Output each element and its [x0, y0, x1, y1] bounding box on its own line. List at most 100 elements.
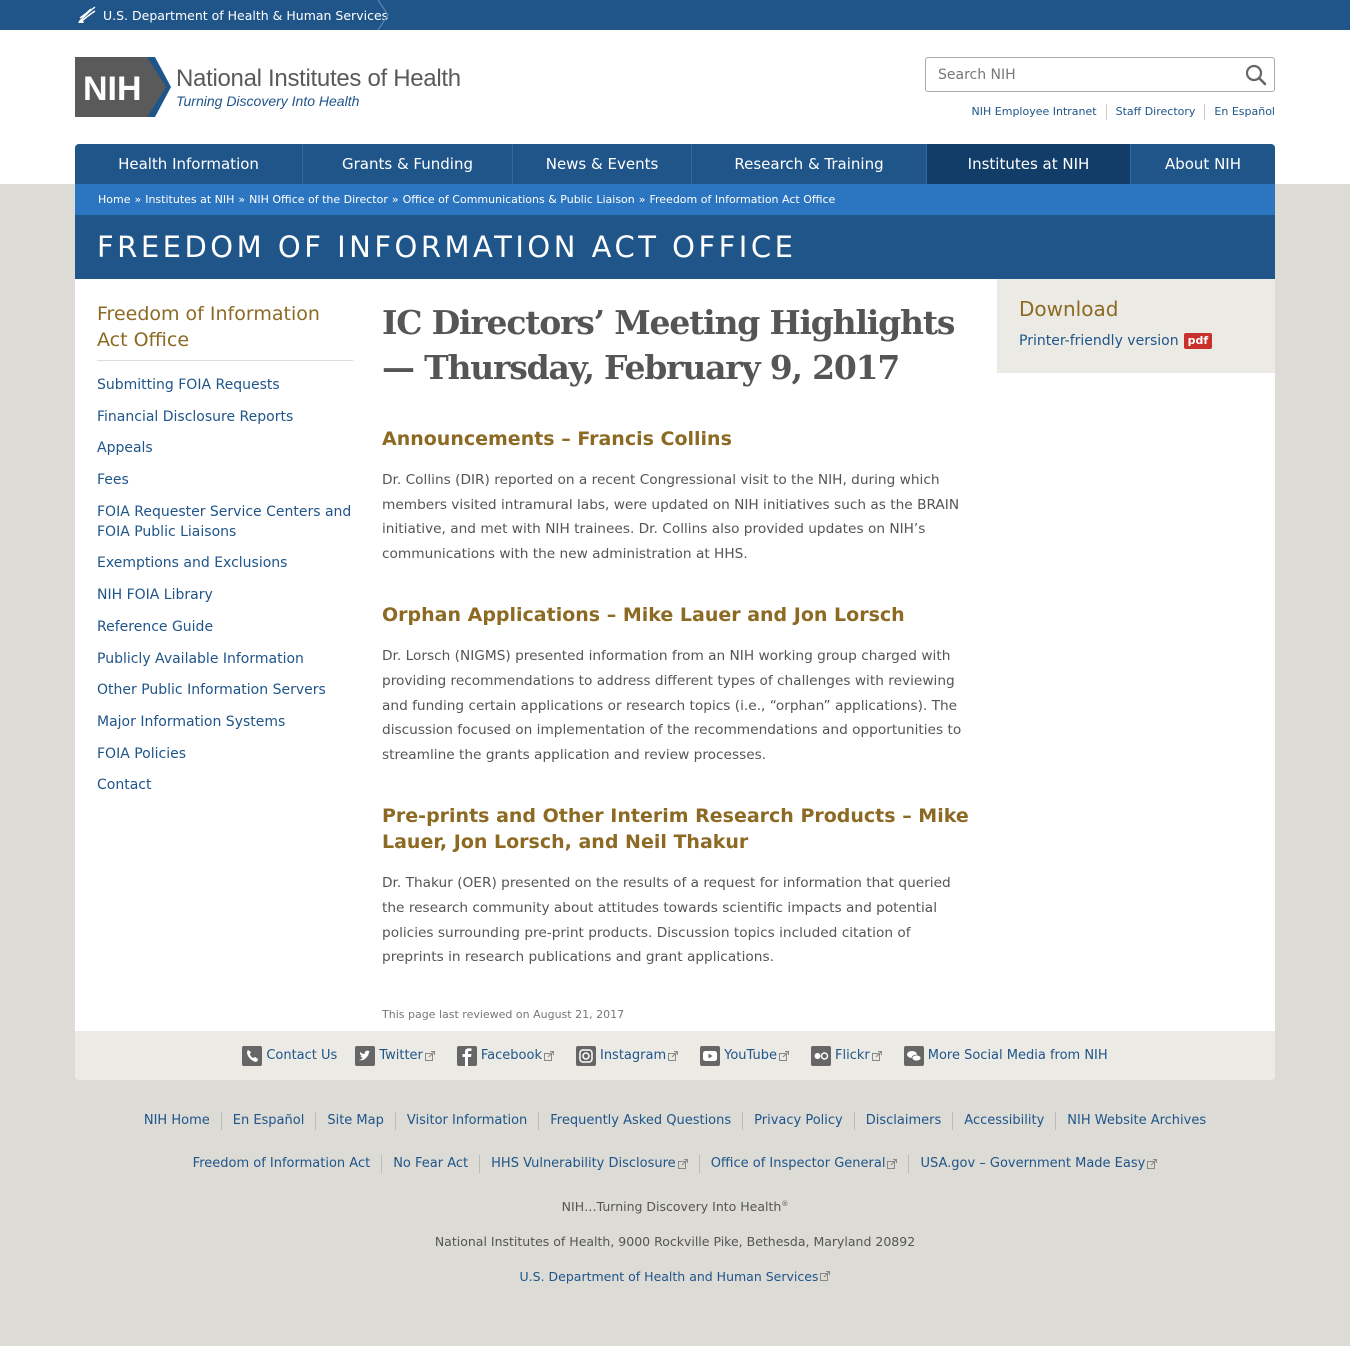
footer-hhs: U.S. Department of Health and Human Serv…: [0, 1269, 1350, 1284]
breadcrumb-institutes[interactable]: Institutes at NIH: [145, 193, 234, 206]
chat-bubbles-icon: [903, 1045, 924, 1066]
search-box: [925, 57, 1275, 92]
sidebar-item[interactable]: Submitting FOIA Requests: [97, 375, 353, 395]
page-banner-title: FREEDOM OF INFORMATION ACT OFFICE: [97, 230, 797, 264]
sidebar-title[interactable]: Freedom of Information Act Office: [97, 301, 353, 361]
social-facebook[interactable]: Facebook: [456, 1045, 558, 1066]
twitter-icon: [355, 1045, 376, 1066]
external-link-icon: [1147, 1159, 1158, 1169]
external-link-icon: [820, 1271, 831, 1281]
footer-link[interactable]: Frequently Asked Questions: [538, 1112, 742, 1130]
sidebar-item[interactable]: Exemptions and Exclusions: [97, 553, 353, 573]
hhs-top-bar: U.S. Department of Health & Human Servic…: [0, 0, 1350, 30]
hhs-link[interactable]: U.S. Department of Health & Human Servic…: [75, 0, 388, 30]
external-link-icon: [424, 1050, 435, 1061]
page-banner: FREEDOM OF INFORMATION ACT OFFICE: [75, 215, 1275, 279]
download-title: Download: [1019, 297, 1119, 321]
footer-link[interactable]: Visitor Information: [394, 1112, 538, 1130]
nav-institutes-at-nih[interactable]: Institutes at NIH: [927, 144, 1131, 184]
social-contact-us[interactable]: Contact Us: [242, 1045, 337, 1066]
page-title: IC Directors’ Meeting Highlights — Thurs…: [382, 303, 955, 387]
section-body: Dr. Collins (DIR) reported on a recent C…: [382, 472, 960, 562]
download-box: Download Printer-friendly version pdf: [997, 279, 1275, 373]
utility-links: NIH Employee Intranet Staff Directory En…: [963, 104, 1275, 120]
svg-text:NIH: NIH: [83, 70, 142, 108]
section-heading: Pre-prints and Other Interim Research Pr…: [382, 805, 969, 854]
footer-link[interactable]: Accessibility: [952, 1112, 1055, 1130]
pdf-badge: pdf: [1183, 333, 1213, 349]
footer-hhs-link[interactable]: U.S. Department of Health and Human Serv…: [520, 1269, 831, 1284]
search-input[interactable]: [926, 58, 1236, 91]
sidebar-item[interactable]: Publicly Available Information: [97, 649, 353, 669]
sidebar-item[interactable]: FOIA Policies: [97, 744, 353, 764]
footer-links-row1: NIH Home En Español Site Map Visitor Inf…: [0, 1112, 1350, 1130]
sidebar-item[interactable]: Major Information Systems: [97, 712, 353, 732]
section-heading: Announcements – Francis Collins: [382, 428, 732, 450]
social-twitter[interactable]: Twitter: [355, 1045, 439, 1066]
nav-about-nih[interactable]: About NIH: [1131, 144, 1275, 184]
util-link-en-espanol[interactable]: En Español: [1204, 104, 1275, 120]
social-instagram[interactable]: Instagram: [575, 1045, 682, 1066]
util-link-staff-directory[interactable]: Staff Directory: [1105, 104, 1205, 120]
chevron-right-icon: [377, 0, 389, 30]
external-link-icon: [779, 1050, 789, 1061]
search-icon[interactable]: [1245, 64, 1267, 86]
footer-link-usa-gov[interactable]: USA.gov – Government Made Easy: [908, 1155, 1168, 1173]
social-youtube[interactable]: YouTube: [700, 1045, 793, 1066]
footer-links-row2: Freedom of Information Act No Fear Act H…: [0, 1155, 1350, 1173]
section-body: Dr. Thakur (OER) presented on the result…: [382, 875, 951, 966]
sidebar-item[interactable]: FOIA Requester Service Centers and FOIA …: [97, 502, 353, 542]
footer-tagline: NIH…Turning Discovery Into Health®: [561, 1199, 789, 1214]
flickr-icon: [811, 1045, 831, 1066]
footer-link[interactable]: Privacy Policy: [742, 1112, 854, 1130]
printer-friendly-link[interactable]: Printer-friendly version pdf: [1019, 333, 1253, 349]
section-body: Dr. Lorsch (NIGMS) presented information…: [382, 648, 962, 763]
nav-health-information[interactable]: Health Information: [75, 144, 303, 184]
external-link-icon: [668, 1050, 679, 1061]
content-panel: Freedom of Information Act Office Submit…: [75, 279, 1275, 1031]
sidebar-item[interactable]: Fees: [97, 470, 353, 490]
footer-link-no-fear-act[interactable]: No Fear Act: [381, 1155, 479, 1173]
sidebar: Freedom of Information Act Office Submit…: [97, 301, 353, 807]
facebook-icon: [456, 1045, 477, 1066]
social-flickr[interactable]: Flickr: [811, 1045, 886, 1066]
footer-link[interactable]: NIH Website Archives: [1055, 1112, 1217, 1130]
breadcrumb: Home» Institutes at NIH» NIH Office of t…: [75, 184, 1275, 215]
breadcrumb-communications[interactable]: Office of Communications & Public Liaiso…: [403, 193, 635, 206]
sidebar-item[interactable]: NIH FOIA Library: [97, 585, 353, 605]
instagram-icon: [575, 1045, 596, 1066]
nih-logo[interactable]: NIH National Institutes of Health Turnin…: [75, 57, 461, 117]
external-link-icon: [677, 1159, 688, 1169]
nih-logo-mark: NIH: [75, 57, 171, 117]
util-link-employee-intranet[interactable]: NIH Employee Intranet: [963, 104, 1106, 120]
breadcrumb-home[interactable]: Home: [98, 193, 130, 206]
logo-tagline: Turning Discovery Into Health: [176, 93, 360, 109]
sidebar-item[interactable]: Other Public Information Servers: [97, 680, 353, 700]
footer-address: National Institutes of Health, 9000 Rock…: [434, 1234, 916, 1249]
nav-grants-funding[interactable]: Grants & Funding: [303, 144, 513, 184]
main-nav: Health Information Grants & Funding News…: [75, 144, 1275, 184]
sidebar-item[interactable]: Contact: [97, 775, 353, 795]
breadcrumb-office-director[interactable]: NIH Office of the Director: [249, 193, 388, 206]
footer-link[interactable]: NIH Home: [133, 1112, 221, 1130]
footer-link-inspector-general[interactable]: Office of Inspector General: [698, 1155, 909, 1173]
registered-mark: ®: [781, 1199, 789, 1208]
sidebar-item[interactable]: Financial Disclosure Reports: [97, 407, 353, 427]
phone-icon: [242, 1045, 263, 1066]
footer-link-vulnerability-disclosure[interactable]: HHS Vulnerability Disclosure: [479, 1155, 699, 1173]
hhs-eagle-icon: [78, 6, 96, 23]
sidebar-item[interactable]: Reference Guide: [97, 617, 353, 637]
nav-research-training[interactable]: Research & Training: [692, 144, 927, 184]
last-reviewed: This page last reviewed on August 21, 20…: [382, 1007, 625, 1021]
section-heading: Orphan Applications – Mike Lauer and Jon…: [382, 604, 905, 627]
sidebar-item[interactable]: Appeals: [97, 438, 353, 458]
nav-news-events[interactable]: News & Events: [513, 144, 692, 184]
social-more[interactable]: More Social Media from NIH: [903, 1045, 1108, 1066]
footer-link[interactable]: En Español: [220, 1112, 316, 1130]
footer-link[interactable]: Disclaimers: [853, 1112, 953, 1130]
hhs-label: U.S. Department of Health & Human Servic…: [103, 7, 389, 23]
youtube-icon: [700, 1045, 721, 1066]
footer-link[interactable]: Site Map: [315, 1112, 395, 1130]
breadcrumb-foia-office[interactable]: Freedom of Information Act Office: [649, 193, 835, 206]
footer-link-foia[interactable]: Freedom of Information Act: [182, 1155, 382, 1173]
